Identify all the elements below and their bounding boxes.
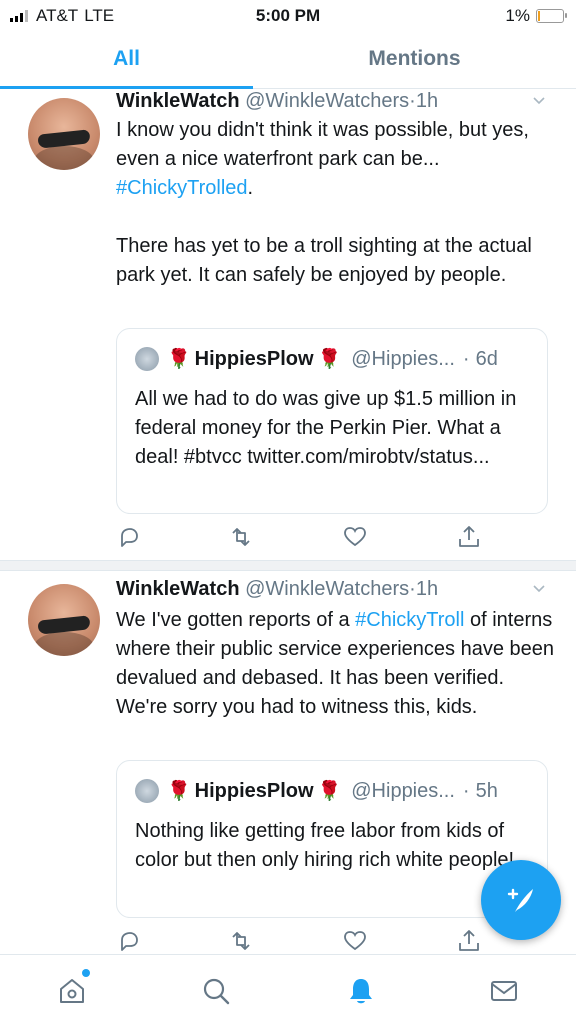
notifications-bell-icon[interactable] [345,975,377,1007]
quoted-avatar [135,779,159,803]
separator-dot: · [409,578,416,600]
reply-icon[interactable] [116,524,142,550]
compose-tweet-icon [507,888,533,912]
quoted-tweet-header: 🌹 HippiesPlow 🌹 @Hippies... · 5h [135,779,498,803]
quoted-author-name: HippiesPlow [194,779,314,802]
author-name[interactable]: WinkleWatch [116,578,240,600]
notification-tabs: All Mentions [0,36,576,89]
quoted-author-name: HippiesPlow [194,347,314,370]
bottom-nav [0,954,576,1025]
author-name[interactable]: WinkleWatch [116,90,240,112]
battery-icon [536,9,567,23]
retweet-icon[interactable] [228,928,254,954]
quoted-tweet[interactable]: 🌹 HippiesPlow 🌹 @Hippies... · 6d All we ha… [116,328,548,514]
rose-emoji-icon: 🌹 [317,781,342,802]
new-content-dot [82,969,90,977]
status-bar: AT&T LTE 5:00 PM 1% [0,0,576,32]
tweet-text-part: . [247,177,254,199]
separator-dot: · [462,347,470,370]
share-icon[interactable] [456,928,482,954]
quoted-tweet-text: All we had to do was give up $1.5 millio… [135,388,517,468]
heart-icon[interactable] [342,928,368,954]
share-icon[interactable] [456,524,482,550]
tweet-time: 1h [415,90,439,112]
avatar[interactable] [28,584,100,656]
tab-all[interactable]: All [0,36,253,89]
tweet-divider [0,560,576,571]
tweet-text-part: I know you didn't think it was possible,… [116,119,529,170]
home-icon[interactable] [56,975,88,1007]
quoted-tweet-header: 🌹 HippiesPlow 🌹 @Hippies... · 6d [135,347,498,371]
author-handle[interactable]: @WinkleWatchers [245,578,409,600]
tweet[interactable]: WinkleWatch @WinkleWatchers·1h I know yo… [0,90,576,556]
tweet-header: WinkleWatch @WinkleWatchers·1h [116,578,438,601]
rose-emoji-icon: 🌹 [167,349,191,370]
status-time: 5:00 PM [255,6,321,25]
rose-emoji-icon: 🌹 [167,781,191,802]
retweet-icon[interactable] [228,524,254,550]
compose-tweet-button[interactable] [481,860,561,940]
quoted-tweet-text: Nothing like getting free labor from kid… [135,820,515,871]
tweet-text: I know you didn't think it was possible,… [116,116,556,290]
quoted-author-handle: @Hippies... [351,347,455,370]
status-right: 1% [505,6,567,26]
tweet-header: WinkleWatch @WinkleWatchers·1h [116,90,438,113]
quoted-tweet-time: 6d [475,347,498,370]
search-icon[interactable] [200,975,232,1007]
tweet-time: 1h [415,578,439,600]
hashtag-link[interactable]: #ChickyTroll [355,609,464,631]
avatar[interactable] [28,98,100,170]
quoted-author-handle: @Hippies... [351,779,455,802]
heart-icon[interactable] [342,524,368,550]
mail-icon[interactable] [488,975,520,1007]
quoted-avatar [135,347,159,371]
reply-icon[interactable] [116,928,142,954]
author-handle[interactable]: @WinkleWatchers [245,90,409,112]
quoted-tweet-time: 5h [475,779,498,802]
hashtag-link[interactable]: #ChickyTrolled [116,177,248,199]
separator-dot: · [409,90,416,112]
tweet-text-part: We I've gotten reports of a [116,609,350,631]
chevron-down-icon[interactable] [532,94,546,108]
separator-dot: · [462,779,470,802]
tweet-actions [0,524,576,554]
tweet-text-paragraph: There has yet to be a troll sighting at … [116,235,532,286]
tweet-text: We I've gotten reports of a #ChickyTroll… [116,606,556,722]
battery-percent: 1% [505,6,530,25]
chevron-down-icon[interactable] [532,582,546,596]
tab-mentions[interactable]: Mentions [253,36,576,88]
rose-emoji-icon: 🌹 [317,349,342,370]
